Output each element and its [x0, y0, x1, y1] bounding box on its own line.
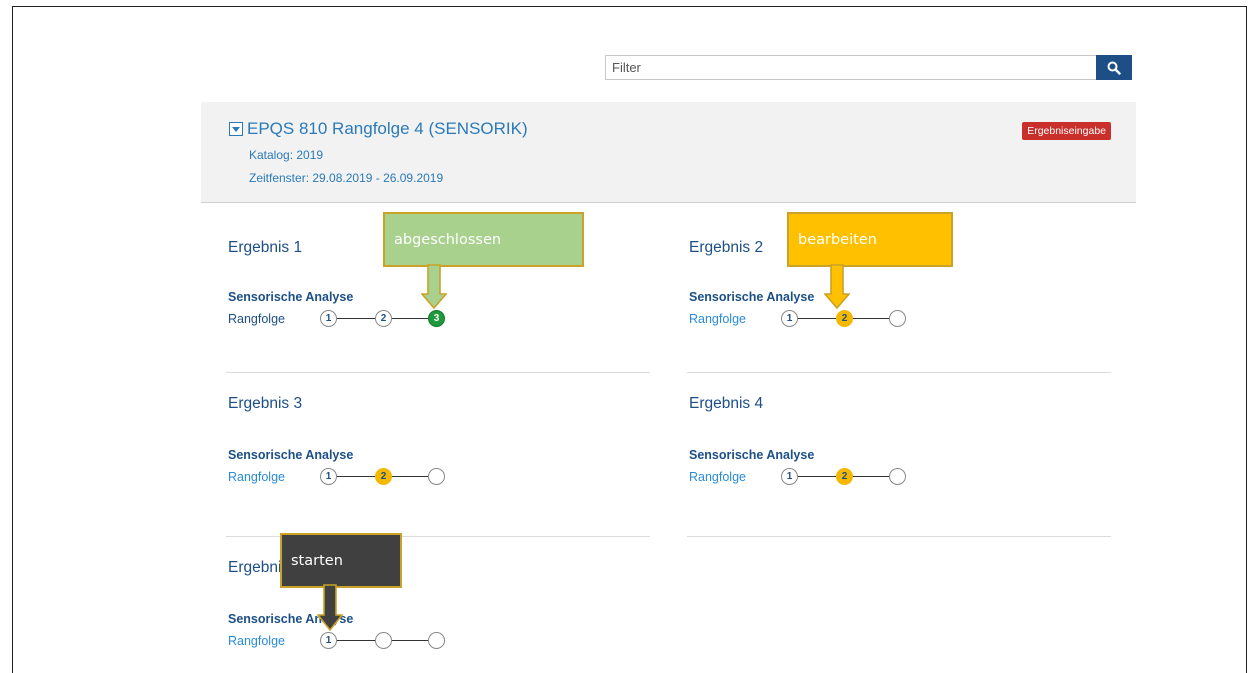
progress-steps: 1 [320, 631, 446, 651]
step-2[interactable]: 2 [375, 468, 392, 485]
collapse-toggle-icon[interactable] [229, 122, 243, 136]
progress-steps: 1 2 3 [320, 309, 446, 329]
progress-steps: 1 2 [320, 467, 446, 487]
result-subtitle: Sensorische Analyse [689, 290, 815, 304]
result-subtitle: Sensorische Analyse [228, 290, 354, 304]
result-link[interactable]: Rangfolge [228, 470, 285, 484]
step-1[interactable]: 1 [320, 310, 337, 327]
result-title: Ergebnis 1 [228, 239, 303, 256]
result-card-4: Ergebnis 4 Sensorische Analyse Rangfolge… [687, 373, 1111, 537]
step-1[interactable]: 1 [781, 468, 798, 485]
callout-abgeschlossen: abgeschlossen [383, 212, 584, 267]
result-link[interactable]: Rangfolge [228, 634, 285, 648]
result-link[interactable]: Rangfolge [689, 470, 746, 484]
search-button[interactable] [1096, 55, 1132, 80]
callout-arrow-icon [317, 584, 343, 632]
callout-arrow-icon [824, 264, 850, 310]
progress-steps: 1 2 [781, 309, 907, 329]
callout-starten: starten [280, 533, 402, 588]
status-badge: Ergebniseingabe [1022, 122, 1111, 140]
step-3[interactable] [428, 632, 445, 649]
step-1[interactable]: 1 [320, 632, 337, 649]
step-3[interactable] [889, 310, 906, 327]
result-subtitle: Sensorische Analyse [689, 448, 815, 462]
search-icon [1107, 61, 1121, 75]
callout-bearbeiten: bearbeiten [787, 212, 953, 267]
result-title: Ergebnis 4 [689, 395, 764, 412]
step-2[interactable]: 2 [836, 468, 853, 485]
step-2[interactable]: 2 [375, 310, 392, 327]
step-1[interactable]: 1 [320, 468, 337, 485]
result-title: Ergebnis 3 [228, 395, 303, 412]
step-3[interactable]: 3 [428, 310, 445, 327]
result-title: Ergebnis 2 [689, 239, 764, 256]
result-link[interactable]: Rangfolge [689, 312, 746, 326]
step-1[interactable]: 1 [781, 310, 798, 327]
progress-steps: 1 2 [781, 467, 907, 487]
katalog-label: Katalog: 2019 [249, 148, 324, 162]
zeitfenster-label: Zeitfenster: 29.08.2019 - 26.09.2019 [249, 171, 444, 185]
step-2[interactable] [375, 632, 392, 649]
step-3[interactable] [889, 468, 906, 485]
step-3[interactable] [428, 468, 445, 485]
step-2[interactable]: 2 [836, 310, 853, 327]
test-header-panel: EPQS 810 Rangfolge 4 (SENSORIK) Katalog:… [201, 102, 1136, 203]
result-card-3: Ergebnis 3 Sensorische Analyse Rangfolge… [226, 373, 650, 537]
filter-input[interactable]: Filter [605, 55, 1096, 80]
test-title[interactable]: EPQS 810 Rangfolge 4 (SENSORIK) [247, 119, 528, 139]
callout-arrow-icon [421, 264, 447, 310]
result-link[interactable]: Rangfolge [228, 312, 285, 326]
result-subtitle: Sensorische Analyse [228, 448, 354, 462]
